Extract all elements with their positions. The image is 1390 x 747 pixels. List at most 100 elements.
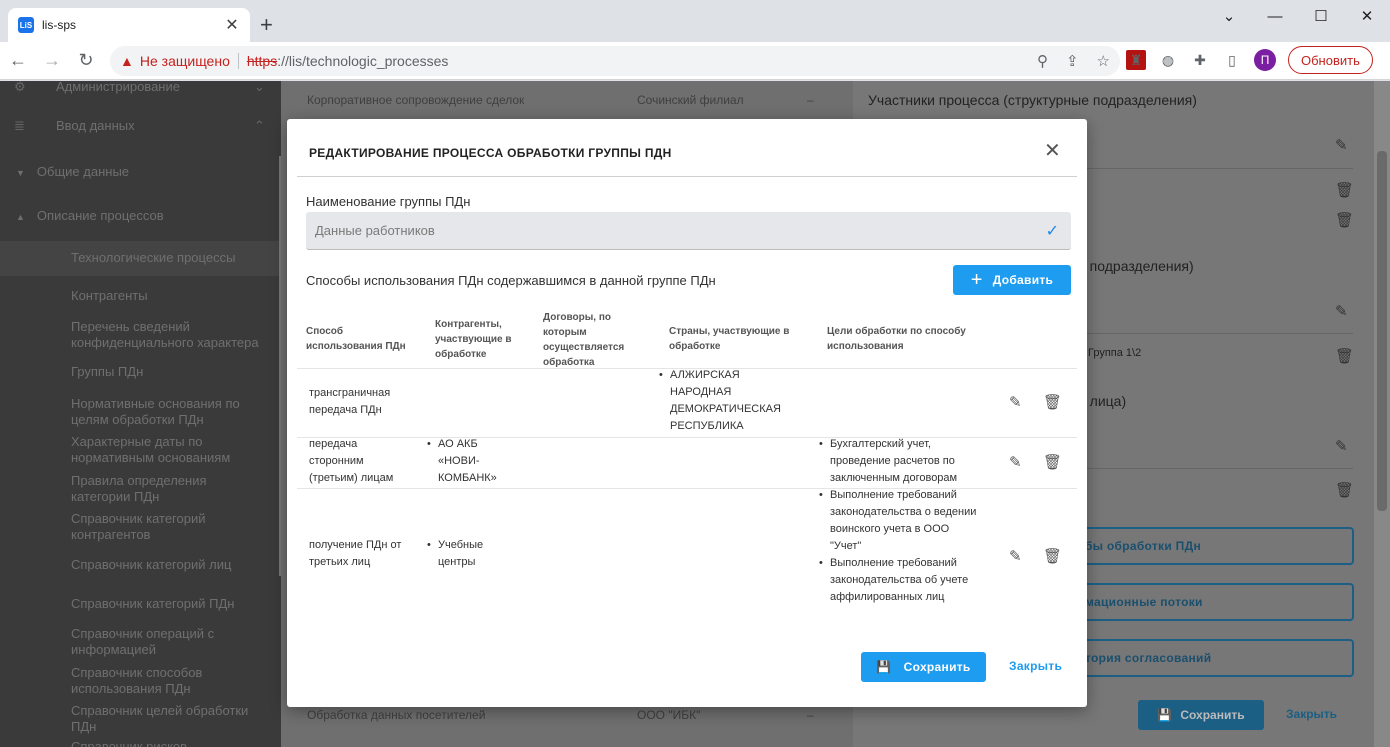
methods-button[interactable]: бы обработки ПДн bbox=[1078, 527, 1354, 565]
cell-method: трансграничная передача ПДн bbox=[309, 387, 391, 416]
list-item[interactable]: Корпоративное сопровождение сделок Сочин… bbox=[307, 93, 827, 107]
extension-globe-icon[interactable]: ◍ bbox=[1158, 50, 1178, 70]
trash-icon[interactable]: 🗑 bbox=[1335, 211, 1354, 229]
list-item-name: Обработка данных посетителей bbox=[307, 708, 486, 722]
close-button-bg[interactable]: Закрыть bbox=[1286, 707, 1337, 721]
new-tab-icon[interactable]: + bbox=[260, 12, 273, 38]
extension-red-icon[interactable]: ♜ bbox=[1126, 50, 1146, 70]
sidebar-item-person-cats[interactable]: Справочник категорий лиц bbox=[0, 557, 281, 573]
methods-section-label: Способы использования ПДн содержавшимся … bbox=[306, 273, 716, 288]
sidebar-item-goals[interactable]: Справочник целей обработки ПДн bbox=[0, 703, 260, 735]
sidebar-item-confidential[interactable]: Перечень сведений конфиденциального хара… bbox=[0, 319, 275, 351]
edit-icon[interactable]: ✎ bbox=[1335, 302, 1348, 320]
sidebar-item-pdn-groups[interactable]: Группы ПДн bbox=[0, 364, 281, 380]
column-header-goals: Цели обработки по способу использования bbox=[827, 326, 966, 352]
info-flows-button[interactable]: мационные потоки bbox=[1078, 583, 1354, 621]
share-icon[interactable]: ⇪ bbox=[1066, 52, 1079, 70]
sidebar-item-general[interactable]: ▼ Общие данные bbox=[0, 164, 281, 181]
maximize-icon[interactable]: ☐ bbox=[1298, 0, 1344, 32]
url-scheme: https bbox=[246, 53, 278, 69]
save-button[interactable]: 💾 Сохранить bbox=[861, 652, 986, 682]
bookmark-star-icon[interactable]: ☆ bbox=[1097, 52, 1110, 70]
side-panel-icon[interactable]: ▯ bbox=[1222, 50, 1242, 70]
cell-countries: АЛЖИРСКАЯ НАРОДНАЯ ДЕМОКРАТИЧЕСКАЯ РЕСПУ… bbox=[659, 367, 789, 435]
list-item[interactable]: Обработка данных посетителей ООО "ИБК" – bbox=[307, 708, 827, 722]
cell-method: получение ПДн от третьих лиц bbox=[309, 539, 402, 568]
sidebar-item-contractor-cats[interactable]: Справочник категорий контрагентов bbox=[0, 511, 230, 543]
chevron-down-icon: ⌄ bbox=[254, 81, 265, 94]
back-icon[interactable]: ← bbox=[2, 45, 34, 77]
sidebar-item-admin[interactable]: ⚙ Администрирование ⌄ bbox=[0, 81, 281, 99]
browser-tab-strip: LiS lis-sps ✕ + ⌄ — ☐ ✕ bbox=[0, 0, 1390, 42]
close-button[interactable]: Закрыть bbox=[1009, 659, 1062, 673]
sidebar-item-pdn-cats[interactable]: Справочник категорий ПДн bbox=[0, 596, 281, 612]
close-tab-icon[interactable]: ✕ bbox=[224, 15, 240, 35]
trash-icon[interactable]: 🗑 bbox=[1335, 481, 1354, 499]
list-item: АО АКБ «НОВИ-КОМБАНК» bbox=[427, 436, 517, 487]
close-icon[interactable]: ✕ bbox=[1044, 141, 1061, 161]
edit-process-dialog: РЕДАКТИРОВАНИЕ ПРОЦЕССА ОБРАБОТКИ ГРУППЫ… bbox=[287, 119, 1087, 707]
sidebar-item-methods[interactable]: Справочник способов использования ПДн bbox=[0, 665, 220, 697]
dialog-title: РЕДАКТИРОВАНИЕ ПРОЦЕССА ОБРАБОТКИ ГРУППЫ… bbox=[309, 146, 672, 160]
sidebar-item-data-entry[interactable]: ≣ Ввод данных ⌃ bbox=[0, 118, 281, 134]
sidebar-item-processes[interactable]: ▲ Описание процессов bbox=[0, 208, 281, 225]
update-button[interactable]: Обновить bbox=[1288, 46, 1373, 74]
minimize-icon[interactable]: — bbox=[1252, 0, 1298, 32]
sidebar-item-risks[interactable]: Справочник рисков bbox=[0, 739, 281, 747]
sidebar-item-label: Администрирование bbox=[56, 81, 180, 94]
edit-icon[interactable]: ✎ bbox=[1335, 437, 1348, 455]
sidebar-item-rules[interactable]: Правила определения категории ПДн bbox=[0, 473, 230, 505]
edit-icon[interactable]: ✎ bbox=[1009, 393, 1022, 411]
edit-icon[interactable]: ✎ bbox=[1335, 136, 1348, 154]
sidebar-item-legal-basis[interactable]: Нормативные основания по целям обработки… bbox=[0, 396, 260, 428]
forward-icon[interactable]: → bbox=[36, 45, 68, 77]
floppy-icon: 💾 bbox=[876, 660, 892, 674]
tab-search-icon[interactable]: ⌄ bbox=[1206, 0, 1252, 32]
sidebar-item-contractors[interactable]: Контрагенты bbox=[0, 288, 281, 304]
trash-icon[interactable]: 🗑 bbox=[1043, 547, 1062, 565]
tab-title: lis-sps bbox=[42, 18, 77, 32]
cell-contractors: АО АКБ «НОВИ-КОМБАНК» bbox=[427, 436, 517, 487]
cell-contractors: Учебные центры bbox=[427, 537, 517, 571]
column-header-method: Способ использования ПДн bbox=[306, 326, 406, 352]
insecure-label[interactable]: Не защищено bbox=[140, 53, 230, 69]
warning-icon[interactable]: ▲ bbox=[120, 53, 134, 69]
list-item: Выполнение требований законодательства о… bbox=[819, 487, 979, 555]
check-icon: ✓ bbox=[1045, 223, 1059, 240]
address-bar[interactable]: ▲ Не защищено https ://lis/technologic_p… bbox=[110, 46, 1120, 76]
trash-icon[interactable]: 🗑 bbox=[1043, 453, 1062, 471]
sidebar-item-label: Технологические процессы bbox=[71, 250, 236, 265]
divider bbox=[237, 53, 239, 69]
approval-history-button[interactable]: тория согласований bbox=[1078, 639, 1354, 677]
sidebar-item-label: Перечень сведений конфиденциального хара… bbox=[71, 319, 259, 350]
sidebar-item-operations[interactable]: Справочник операций с информацией bbox=[0, 626, 230, 658]
edit-icon[interactable]: ✎ bbox=[1009, 547, 1022, 565]
browser-tab[interactable]: LiS lis-sps ✕ bbox=[8, 8, 250, 42]
add-label: Добавить bbox=[992, 273, 1054, 287]
cell-goals: Бухгалтерский учет, проведение расчетов … bbox=[819, 436, 979, 487]
trash-icon[interactable]: 🗑 bbox=[1335, 181, 1354, 199]
trash-icon[interactable]: 🗑 bbox=[1043, 393, 1062, 411]
sidebar-item-label: Описание процессов bbox=[36, 208, 164, 223]
profile-avatar[interactable]: П bbox=[1254, 49, 1276, 71]
edit-icon[interactable]: ✎ bbox=[1009, 453, 1022, 471]
trash-icon[interactable]: 🗑 bbox=[1335, 347, 1354, 365]
sidebar-item-tech-processes[interactable]: Технологические процессы bbox=[0, 241, 281, 276]
cell-goals: Выполнение требований законодательства о… bbox=[819, 487, 979, 606]
page-scrollbar[interactable] bbox=[1374, 81, 1390, 747]
menu-kebab-icon[interactable]: ⋮ bbox=[1385, 50, 1390, 70]
sidebar-item-label: Правила определения категории ПДн bbox=[71, 473, 207, 504]
reload-icon[interactable]: ↻ bbox=[70, 45, 102, 77]
sidebar: ⚙ Администрирование ⌄ ≣ Ввод данных ⌃ ▼ О… bbox=[0, 81, 281, 747]
list-item: АЛЖИРСКАЯ НАРОДНАЯ ДЕМОКРАТИЧЕСКАЯ РЕСПУ… bbox=[659, 367, 789, 435]
sidebar-item-label: Справочник категорий лиц bbox=[71, 557, 232, 572]
extensions-puzzle-icon[interactable]: ✚ bbox=[1190, 50, 1210, 70]
save-button-bg[interactable]: 💾 Сохранить bbox=[1138, 700, 1264, 730]
close-window-icon[interactable]: ✕ bbox=[1344, 0, 1390, 32]
zoom-icon[interactable]: ⚲ bbox=[1037, 52, 1048, 70]
divider bbox=[297, 176, 1077, 177]
group-name-select[interactable]: Данные работников ✓ bbox=[306, 212, 1071, 250]
add-button[interactable]: + Добавить bbox=[953, 265, 1071, 295]
scrollbar-thumb[interactable] bbox=[1377, 151, 1387, 511]
sidebar-item-dates[interactable]: Характерные даты по нормативным основани… bbox=[0, 434, 250, 466]
